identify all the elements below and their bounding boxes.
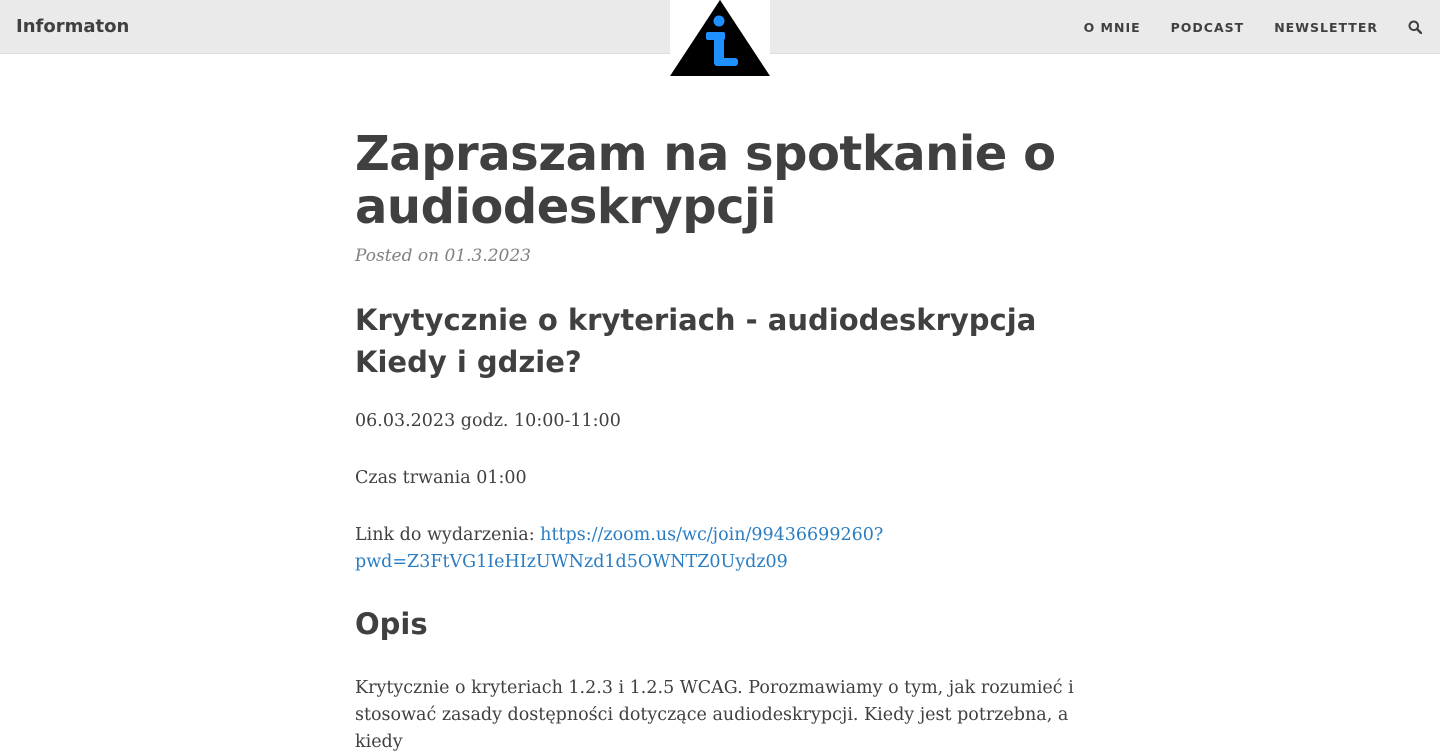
brand-link[interactable]: Informaton [16,0,129,54]
search-icon[interactable] [1406,18,1424,36]
event-link-label: Link do wydarzenia: [355,524,541,545]
section-heading-criteria: Krytycznie o kryteriach - audiodeskrypcj… [355,302,1037,337]
description-line-2: stosować zasady dostępności dotyczące au… [355,704,1069,752]
event-link-part1: https://zoom.us/wc/join/99436699260? [540,524,884,545]
section-heading-when-where: Kiedy i gdzie? [355,344,582,379]
nav-link-o-mnie[interactable]: O MNIE [1084,20,1141,35]
post-meta: Posted on 01.3.2023 [355,245,531,266]
nav-links: O MNIE PODCAST NEWSLETTER [1054,0,1424,54]
nav-link-podcast[interactable]: PODCAST [1171,20,1245,35]
event-duration: Czas trwania 01:00 [355,467,527,488]
nav-link-newsletter[interactable]: NEWSLETTER [1274,20,1378,35]
site-logo[interactable] [670,0,770,76]
description-line-1: Krytycznie o kryteriach 1.2.3 i 1.2.5 WC… [355,677,1074,698]
description-paragraph: Krytycznie o kryteriach 1.2.3 i 1.2.5 WC… [355,675,1085,756]
post-title: Zapraszam na spotkanie o audiodeskrypcji [355,126,1056,235]
event-date: 06.03.2023 godz. 10:00-11:00 [355,410,621,431]
event-link-paragraph: Link do wydarzenia: https://zoom.us/wc/j… [355,522,1085,576]
post-content: Zapraszam na spotkanie o audiodeskrypcji… [355,128,1085,756]
event-link-part2: pwd=Z3FtVG1IeHIzUWNzd1d5OWNTZ0Uydz09 [355,551,788,572]
info-triangle-logo-icon [670,0,770,76]
section-heading-opis: Opis [355,606,428,641]
